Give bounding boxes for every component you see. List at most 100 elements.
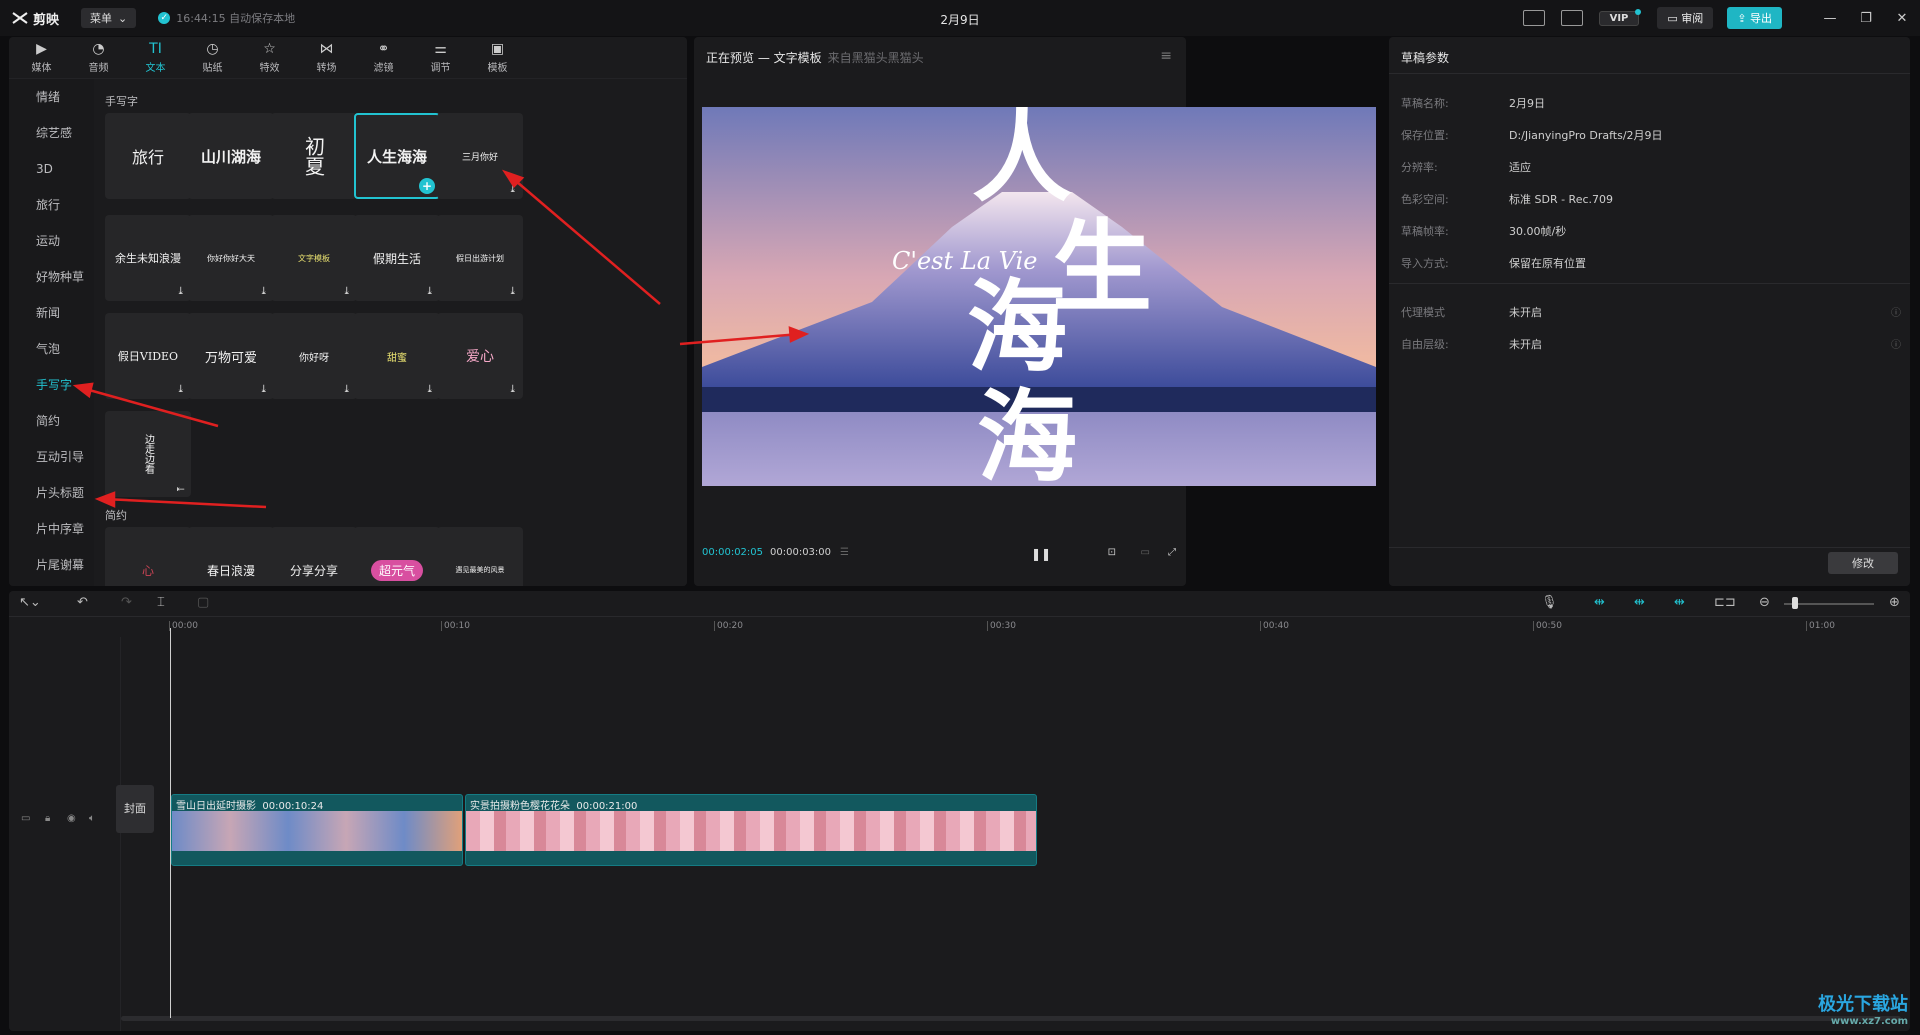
- template-card[interactable]: 爱心 ⤓: [437, 313, 523, 399]
- template-card[interactable]: 余生未知浪漫 ⤓: [105, 215, 191, 301]
- card-text: 超元气: [370, 559, 423, 581]
- template-card[interactable]: 甜蜜 ⤓: [354, 313, 440, 399]
- sidebar-item-chapter[interactable]: 片中序章: [9, 511, 94, 547]
- pause-icon[interactable]: ❚❚: [1031, 547, 1051, 561]
- sidebar-item-ending[interactable]: 片尾谢幕: [9, 547, 94, 583]
- export-button[interactable]: ⇪ 导出: [1727, 7, 1782, 29]
- template-card[interactable]: 春日浪漫: [188, 527, 274, 586]
- select-tool-icon[interactable]: ↖⌄: [19, 595, 41, 610]
- microphone-icon[interactable]: 🎙: [1541, 595, 1558, 610]
- sidebar-item-emotion[interactable]: 情绪: [9, 79, 94, 115]
- video-clip[interactable]: 雪山日出延时摄影 00:00:10:24: [171, 794, 463, 866]
- redo-icon[interactable]: ↷: [121, 595, 132, 610]
- keyboard-icon[interactable]: [1522, 10, 1545, 26]
- zoom-out-icon[interactable]: ⊖: [1759, 595, 1770, 610]
- menu-icon[interactable]: ≡: [1160, 48, 1172, 64]
- delete-icon[interactable]: ▢: [197, 595, 209, 610]
- template-card[interactable]: 遇见最美的风景: [437, 527, 523, 586]
- sidebar-item-handwriting[interactable]: 手写字: [9, 367, 94, 403]
- download-icon[interactable]: ⤓: [343, 384, 351, 395]
- minimize-icon[interactable]: —: [1812, 11, 1848, 26]
- preview-axis-icon[interactable]: ⊏⊐: [1714, 595, 1736, 610]
- download-icon[interactable]: ⤓: [509, 184, 517, 195]
- sidebar-item-3d[interactable]: 3D: [9, 151, 94, 187]
- tab-adjust[interactable]: ⚌ 调节: [412, 37, 469, 78]
- download-icon[interactable]: ⤓: [260, 286, 268, 297]
- cover-button[interactable]: 封面: [116, 785, 154, 833]
- auto-snap-icon[interactable]: ⇹: [1634, 595, 1645, 610]
- time-ruler[interactable]: 00:00 00:10 00:20 00:30 00:40 00:50 01:0…: [169, 621, 1910, 637]
- sidebar-item-simple[interactable]: 简约: [9, 403, 94, 439]
- template-card[interactable]: 你好你好大天 ⤓: [188, 215, 274, 301]
- download-icon[interactable]: ⤓: [260, 384, 268, 395]
- template-card[interactable]: 超元气: [354, 527, 440, 586]
- playhead[interactable]: [170, 628, 171, 1018]
- linkage-icon[interactable]: ⇹: [1674, 595, 1685, 610]
- eye-icon[interactable]: ◉: [67, 813, 76, 824]
- link-main-track-icon[interactable]: ⇹: [1594, 595, 1605, 610]
- speaker-icon[interactable]: 🔈︎: [89, 813, 95, 824]
- tab-filter[interactable]: ⚭ 滤镜: [355, 37, 412, 78]
- sidebar-item-travel[interactable]: 旅行: [9, 187, 94, 223]
- template-card[interactable]: 假日出游计划 ⤓: [437, 215, 523, 301]
- sidebar-item-goods[interactable]: 好物种草: [9, 259, 94, 295]
- download-icon[interactable]: ⤓: [177, 286, 185, 297]
- tab-effects[interactable]: ☆ 特效: [241, 37, 298, 78]
- template-card-selected[interactable]: 人生海海 +: [354, 113, 440, 199]
- close-icon[interactable]: ✕: [1884, 11, 1920, 26]
- tab-audio[interactable]: ◔ 音频: [70, 37, 127, 78]
- template-card[interactable]: 边走边看 ⤓: [105, 411, 191, 497]
- download-icon[interactable]: ⤓: [174, 485, 185, 493]
- template-card[interactable]: 假期生活 ⤓: [354, 215, 440, 301]
- split-icon[interactable]: ⌶: [157, 595, 165, 610]
- menu-button[interactable]: 菜单 ⌄: [81, 8, 137, 28]
- layout-icon[interactable]: [1560, 10, 1583, 26]
- horizontal-scrollbar[interactable]: [121, 1016, 1901, 1021]
- help-icon[interactable]: ⓘ: [1891, 336, 1901, 351]
- sidebar-item-news[interactable]: 新闻: [9, 295, 94, 331]
- review-button[interactable]: ▭ 审阅: [1657, 7, 1714, 29]
- tab-media[interactable]: ▶ 媒体: [13, 37, 70, 78]
- download-icon[interactable]: ⤓: [177, 384, 185, 395]
- tab-text[interactable]: TI 文本: [127, 37, 184, 78]
- template-card[interactable]: 分享分享: [271, 527, 357, 586]
- template-card[interactable]: 万物可爱 ⤓: [188, 313, 274, 399]
- undo-icon[interactable]: ↶: [77, 595, 88, 610]
- download-icon[interactable]: ⤓: [509, 384, 517, 395]
- screenshot-icon[interactable]: ⊡: [1108, 547, 1116, 558]
- restore-icon[interactable]: ❐: [1848, 11, 1884, 26]
- add-icon[interactable]: +: [419, 178, 435, 194]
- template-card[interactable]: 你好呀 ⤓: [271, 313, 357, 399]
- zoom-in-icon[interactable]: ⊕: [1889, 595, 1900, 610]
- sidebar-item-opening-title[interactable]: 片头标题: [9, 475, 94, 511]
- sidebar-item-variety[interactable]: 综艺感: [9, 115, 94, 151]
- help-icon[interactable]: ⓘ: [1891, 304, 1901, 319]
- sidebar-item-bubble[interactable]: 气泡: [9, 331, 94, 367]
- video-canvas[interactable]: 人 生 海 海 C'est La Vie: [702, 107, 1376, 486]
- download-icon[interactable]: ⤓: [426, 286, 434, 297]
- video-clip[interactable]: 实景拍摄粉色樱花花朵 00:00:21:00: [465, 794, 1037, 866]
- sidebar-item-interactive[interactable]: 互动引导: [9, 439, 94, 475]
- template-card[interactable]: 假日VIDEO ⤓: [105, 313, 191, 399]
- template-card[interactable]: 山川湖海: [188, 113, 274, 199]
- tab-transition[interactable]: ⋈ 转场: [298, 37, 355, 78]
- fullscreen-icon[interactable]: ⤢: [1168, 547, 1176, 558]
- template-card[interactable]: 文字模板 ⤓: [271, 215, 357, 301]
- vip-button[interactable]: VIP: [1598, 8, 1642, 26]
- download-icon[interactable]: ⤓: [426, 384, 434, 395]
- zoom-slider-handle[interactable]: [1792, 597, 1798, 609]
- modify-button[interactable]: 修改: [1828, 552, 1898, 574]
- tab-template[interactable]: ▣ 模板: [469, 37, 526, 78]
- template-card[interactable]: 初夏: [271, 113, 357, 199]
- template-card[interactable]: 三月你好 ⤓: [437, 113, 523, 199]
- track-toggle-icon[interactable]: ▭: [21, 813, 30, 824]
- ratio-icon[interactable]: ▭: [1141, 547, 1150, 558]
- sidebar-item-sport[interactable]: 运动: [9, 223, 94, 259]
- template-card[interactable]: 心: [105, 527, 191, 586]
- download-icon[interactable]: ⤓: [343, 286, 351, 297]
- template-card[interactable]: 旅行: [105, 113, 191, 199]
- tab-sticker[interactable]: ◷ 贴纸: [184, 37, 241, 78]
- list-icon[interactable]: ☰: [840, 547, 849, 558]
- download-icon[interactable]: ⤓: [509, 286, 517, 297]
- lock-icon[interactable]: 🔒︎: [45, 813, 50, 824]
